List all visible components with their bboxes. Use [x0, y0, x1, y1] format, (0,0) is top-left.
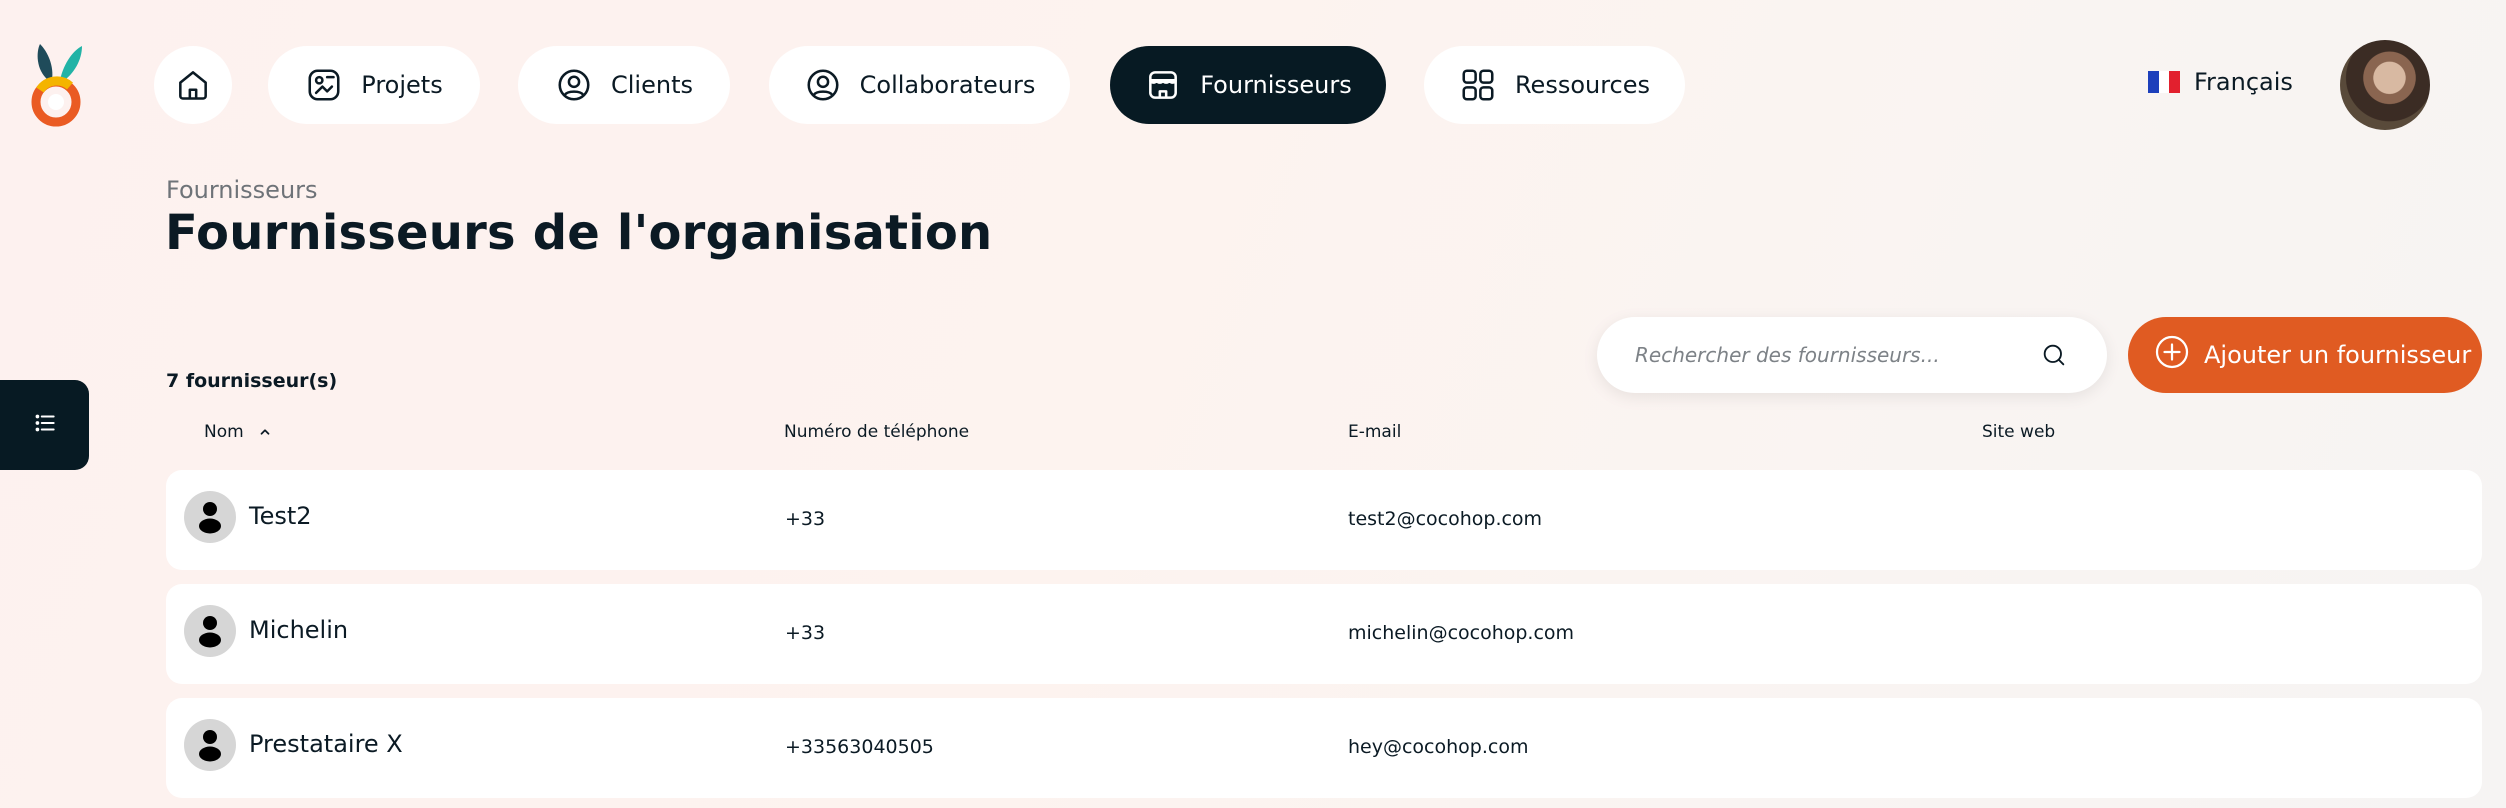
- supplier-name: Test2: [249, 502, 312, 530]
- user-circle-icon: [804, 66, 842, 104]
- list-icon: [32, 410, 58, 440]
- add-supplier-label: Ajouter un fournisseur: [2204, 341, 2472, 369]
- nav-collaborateurs[interactable]: Collaborateurs: [769, 46, 1070, 124]
- supplier-email: michelin@cocohop.com: [1348, 622, 1575, 644]
- grid-icon: [1459, 66, 1497, 104]
- nav-ressources[interactable]: Ressources: [1424, 46, 1685, 124]
- nav-projets[interactable]: Projets: [268, 46, 480, 124]
- nav-label: Fournisseurs: [1200, 71, 1352, 99]
- column-header-site-web[interactable]: Site web: [1982, 422, 2055, 442]
- nav-label: Clients: [611, 71, 693, 99]
- language-label: Français: [2194, 68, 2293, 96]
- app-logo[interactable]: [26, 40, 88, 130]
- nav-home[interactable]: [154, 46, 232, 124]
- plus-circle-icon: [2154, 334, 2190, 376]
- column-header-email[interactable]: E-mail: [1348, 422, 1401, 442]
- fr-flag-icon: [2148, 71, 2181, 93]
- projects-icon: [305, 66, 343, 104]
- nav-label: Collaborateurs: [859, 71, 1036, 99]
- column-header-label: Nom: [204, 422, 244, 442]
- column-header-nom[interactable]: Nom: [204, 422, 272, 442]
- table-row[interactable]: Michelin +33 michelin@cocohop.com: [166, 584, 2482, 684]
- supplier-avatar: [184, 719, 236, 771]
- table-row[interactable]: Test2 +33 test2@cocohop.com: [166, 470, 2482, 570]
- column-header-label: E-mail: [1348, 422, 1402, 442]
- supplier-count: 7 fournisseur(s): [166, 370, 338, 392]
- search-box[interactable]: [1597, 317, 2107, 393]
- language-selector[interactable]: Français: [2148, 68, 2293, 96]
- breadcrumb: Fournisseurs: [166, 176, 318, 204]
- supplier-email: test2@cocohop.com: [1348, 508, 1543, 530]
- page-title: Fournisseurs de l'organisation: [165, 205, 993, 261]
- user-avatar[interactable]: [2340, 40, 2430, 130]
- person-icon: [199, 502, 221, 534]
- supplier-name: Prestataire X: [249, 730, 403, 758]
- nav-label: Ressources: [1514, 71, 1651, 99]
- column-header-telephone[interactable]: Numéro de téléphone: [784, 422, 969, 442]
- supplier-phone: +33: [785, 508, 826, 530]
- supplier-avatar: [184, 491, 236, 543]
- nav-clients[interactable]: Clients: [518, 46, 730, 124]
- supplier-phone: +33563040505: [785, 736, 934, 758]
- person-icon: [199, 616, 221, 648]
- search-input[interactable]: [1635, 343, 2039, 367]
- table-row[interactable]: Prestataire X +33563040505 hey@cocohop.c…: [166, 698, 2482, 798]
- nav-label: Projets: [361, 71, 443, 99]
- supplier-phone: +33: [785, 622, 826, 644]
- supplier-avatar: [184, 605, 236, 657]
- column-header-label: Site web: [1982, 422, 2056, 442]
- sort-asc-icon: [258, 425, 272, 439]
- supplier-email: hey@cocohop.com: [1348, 736, 1529, 758]
- sidebar-toggle-button[interactable]: [0, 380, 89, 470]
- home-icon: [174, 66, 212, 104]
- supplier-name: Michelin: [249, 616, 349, 644]
- user-circle-icon: [555, 66, 593, 104]
- storefront-icon: [1144, 66, 1182, 104]
- add-supplier-button[interactable]: Ajouter un fournisseur: [2128, 317, 2482, 393]
- column-header-label: Numéro de téléphone: [784, 422, 970, 442]
- person-icon: [199, 730, 221, 762]
- nav-fournisseurs[interactable]: Fournisseurs: [1110, 46, 1386, 124]
- search-icon[interactable]: [2039, 340, 2069, 370]
